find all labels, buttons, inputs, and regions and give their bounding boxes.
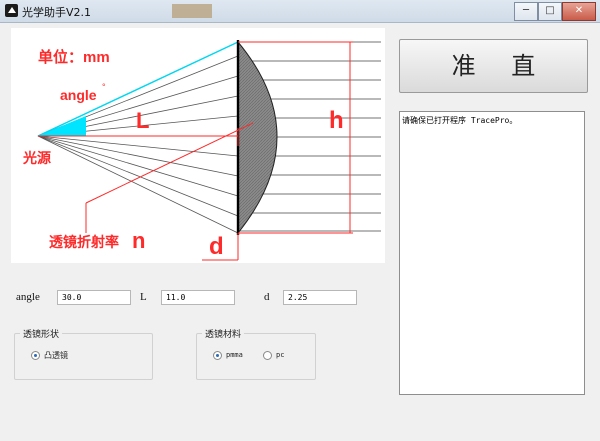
d-label: d <box>209 233 224 260</box>
close-button[interactable]: ✕ <box>562 2 596 21</box>
pc-radio[interactable] <box>263 351 272 360</box>
maximize-button[interactable]: □ <box>538 2 562 21</box>
n-label: n <box>132 228 145 253</box>
app-icon <box>5 4 18 17</box>
lens-index-label: 透镜折射率 <box>49 234 119 251</box>
title-bar-obscured-region <box>172 4 212 18</box>
pmma-label: pmma <box>226 351 243 359</box>
convex-lens-label: 凸透镜 <box>44 351 68 360</box>
angle-label: angle <box>60 87 97 103</box>
lens-material-group: 透镜材料 pmma pc <box>196 327 316 380</box>
lens-shape-group-title: 透镜形状 <box>20 327 63 340</box>
lens-diagram: 单位：mm angle ° L h 光源 透镜折射率 n d <box>11 28 385 263</box>
light-source-label: 光源 <box>22 150 51 167</box>
title-bar: 光学助手V2.1 ─ □ ✕ <box>0 0 600 23</box>
lens-diagram-svg: 单位：mm angle ° L h 光源 透镜折射率 n d <box>22 40 381 261</box>
angle-input[interactable]: 30.0 <box>57 290 131 305</box>
output-log[interactable]: 请确保已打开程序 TracePro。 <box>399 111 585 395</box>
pc-label: pc <box>276 351 285 359</box>
d-param-label: d <box>264 291 270 303</box>
lens-shape <box>237 40 278 235</box>
pmma-radio[interactable] <box>213 351 222 360</box>
L-param-label: L <box>140 291 147 303</box>
minimize-button[interactable]: ─ <box>514 2 538 21</box>
collimate-button[interactable]: 准 直 <box>399 39 588 93</box>
window-title: 光学助手V2.1 <box>22 6 92 19</box>
L-input[interactable]: 11.0 <box>161 290 235 305</box>
angle-param-label: angle <box>16 291 40 303</box>
degree-symbol: ° <box>102 82 106 92</box>
angle-wedge <box>38 116 86 136</box>
lens-material-group-title: 透镜材料 <box>202 327 245 340</box>
convex-lens-radio[interactable] <box>31 351 40 360</box>
h-label: h <box>329 107 344 134</box>
unit-label: 单位：mm <box>38 48 110 66</box>
L-label: L <box>136 108 149 133</box>
dimension-lines <box>38 41 353 261</box>
d-input[interactable]: 2.25 <box>283 290 357 305</box>
lens-shape-group: 透镜形状 凸透镜 <box>14 327 153 380</box>
